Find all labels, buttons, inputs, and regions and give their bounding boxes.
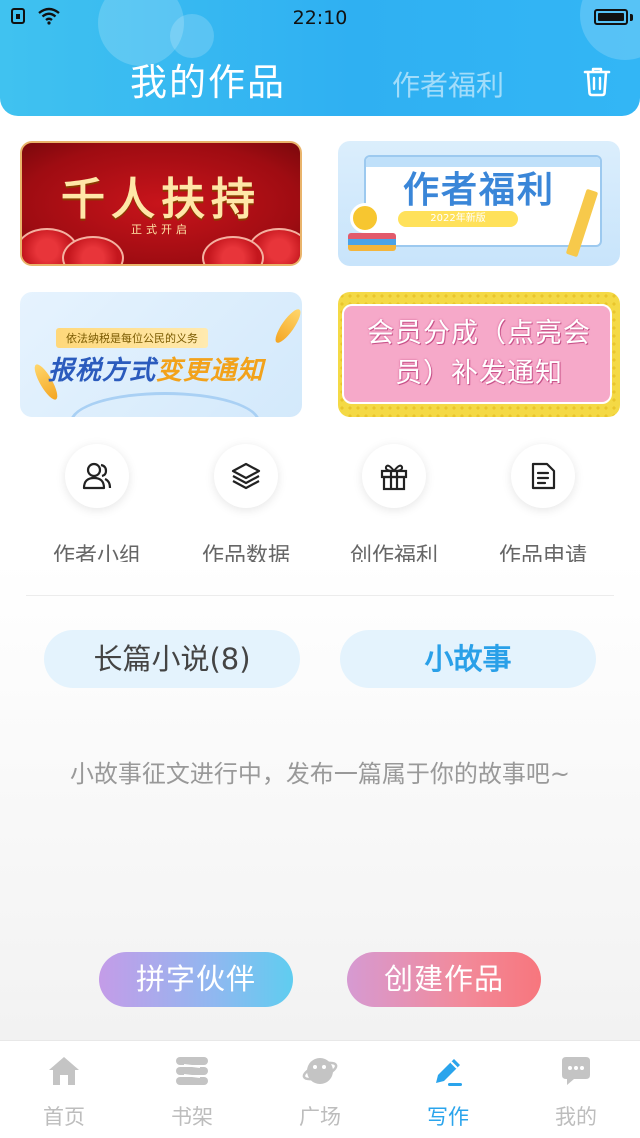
feature-author-group[interactable]: 作者小组 — [42, 444, 152, 564]
divider — [26, 595, 614, 596]
tab-my-works[interactable]: 我的作品 — [130, 52, 286, 106]
segment-short-story[interactable]: 小故事 — [340, 630, 596, 688]
banner-title: 作者福利 — [402, 170, 555, 211]
banner-title-part1: 报税方式 — [48, 356, 157, 386]
feature-work-application[interactable]: 作品申请 — [488, 444, 598, 564]
home-icon — [49, 1057, 79, 1085]
feature-icon-circle — [65, 444, 129, 508]
banner-line1: 会员分成（点亮会 — [367, 318, 591, 349]
trash-icon[interactable] — [580, 64, 614, 98]
feature-work-data[interactable]: 作品数据 — [191, 444, 301, 564]
document-icon — [531, 462, 556, 490]
chat-icon — [562, 1057, 590, 1085]
clock-icon — [350, 203, 380, 233]
banner-line2: 员）补发通知 — [395, 358, 563, 389]
banner-title-part2: 变更通知 — [156, 356, 265, 386]
nav-label: 首页 — [43, 1105, 85, 1129]
feature-icon-circle — [214, 444, 278, 508]
banner-thousand-support[interactable]: 千人扶持 正式开启 — [20, 141, 302, 266]
bottom-nav: 首页 书架 广场 写作 我的 — [0, 1040, 640, 1138]
header: 22:10 我的作品 作者福利 — [0, 0, 640, 116]
nav-item-mine[interactable]: 我的 — [512, 1041, 640, 1138]
nav-label: 广场 — [299, 1105, 341, 1129]
battery-fill — [598, 13, 624, 21]
nav-label: 我的 — [555, 1105, 597, 1129]
empty-state-message: 小故事征文进行中，发布一篇属于你的故事吧~ — [69, 760, 571, 788]
banner-author-benefits[interactable]: 作者福利 2022年新版 — [338, 141, 620, 266]
banner-tag: 依法纳税是每位公民的义务 — [56, 328, 208, 348]
decor-arc — [70, 392, 260, 417]
feature-creation-benefits[interactable]: 创作福利 — [339, 444, 449, 564]
pen-icon — [436, 1059, 462, 1086]
create-work-button[interactable]: 创建作品 — [347, 952, 541, 1007]
feather-icon — [271, 306, 302, 346]
nav-item-home[interactable]: 首页 — [0, 1041, 128, 1138]
segment-long-novel[interactable]: 长篇小说(8) — [44, 630, 300, 688]
banner-subtitle: 正式开启 — [131, 223, 191, 236]
banner-title: 千人扶持 — [61, 174, 261, 225]
feature-label: 作品数据 — [201, 544, 290, 562]
partner-button[interactable]: 拼字伙伴 — [99, 952, 293, 1007]
layers-icon — [231, 462, 261, 490]
planet-icon — [302, 1058, 338, 1084]
feature-label: 作品申请 — [498, 544, 587, 562]
banner-tax-notice[interactable]: 依法纳税是每位公民的义务 报税方式变更通知 — [20, 292, 302, 417]
nav-item-write[interactable]: 写作 — [384, 1041, 512, 1138]
battery-tip — [630, 14, 633, 21]
nav-label: 写作 — [427, 1105, 469, 1129]
feature-icon-circle — [511, 444, 575, 508]
feature-label: 创作福利 — [349, 544, 438, 562]
books-icon — [348, 233, 396, 251]
feature-icon-circle — [362, 444, 426, 508]
nav-item-square[interactable]: 广场 — [256, 1041, 384, 1138]
bookshelf-icon — [176, 1057, 208, 1085]
nav-label: 书架 — [171, 1105, 213, 1129]
status-bar: 22:10 — [0, 0, 640, 36]
banner-title: 会员分成（点亮会 员）补发通知 — [338, 314, 620, 394]
tab-author-benefits[interactable]: 作者福利 — [392, 64, 504, 104]
feature-label: 作者小组 — [52, 544, 141, 562]
gift-icon — [380, 464, 408, 491]
banner-member-share[interactable]: 会员分成（点亮会 员）补发通知 — [338, 292, 620, 417]
banner-title: 报税方式变更通知 — [48, 350, 264, 387]
nav-item-bookshelf[interactable]: 书架 — [128, 1041, 256, 1138]
banner-badge: 2022年新版 — [398, 211, 518, 227]
status-time: 22:10 — [292, 7, 348, 29]
battery-icon — [594, 9, 628, 25]
group-icon — [82, 462, 112, 490]
